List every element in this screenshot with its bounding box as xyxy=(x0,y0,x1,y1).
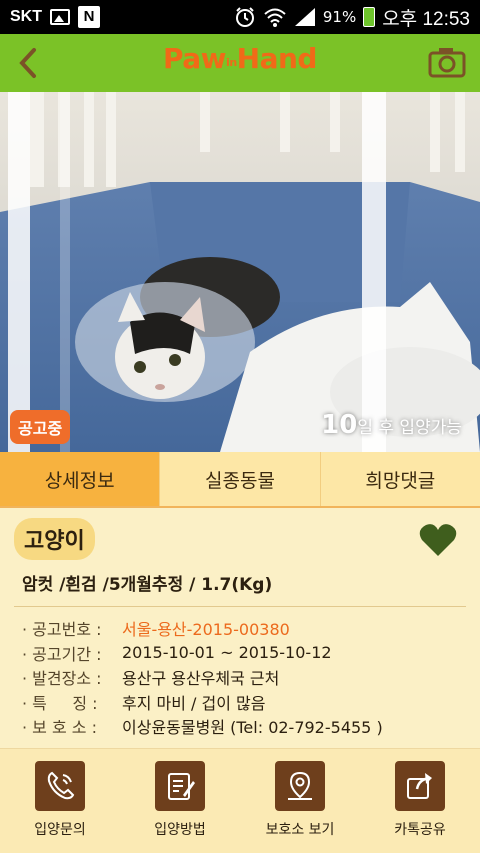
animal-summary: 암컷 /흰검 /5개월추정 / 1.7(Kg) xyxy=(22,575,273,595)
clock: 오후 12:53 xyxy=(382,8,470,30)
shelter-label: · 보 호 소 : xyxy=(22,718,97,738)
adoption-countdown: 10일 후 입양가능 xyxy=(321,410,462,440)
signal-icon xyxy=(294,8,315,26)
adoption-method-label: 입양방법 xyxy=(154,822,206,838)
logo-word-2: Hand xyxy=(236,42,318,75)
view-shelter-label: 보호소 보기 xyxy=(265,822,335,838)
adoption-inquiry-label: 입양문의 xyxy=(34,822,86,838)
cat-photo-illustration xyxy=(0,92,480,452)
shelter-value: 이상윤동물병원 (Tel: 02-792-5455 ) xyxy=(122,718,383,738)
tab-hope-comments[interactable]: 희망댓글 xyxy=(321,452,480,506)
info-list: · 공고번호 : 서울-용산-2015-00380 · 공고기간 : 2015-… xyxy=(22,616,472,739)
adoption-text: 일 후 입양가능 xyxy=(357,418,462,438)
adoption-days: 10 xyxy=(321,410,358,440)
carrier-label: SKT xyxy=(10,8,42,25)
kakao-share-label: 카톡공유 xyxy=(394,822,446,838)
tab-details[interactable]: 상세정보 xyxy=(0,452,161,506)
found-place-value: 용산구 용산우체국 근처 xyxy=(122,669,280,689)
share-icon xyxy=(395,761,445,811)
species-label: 고양이 xyxy=(14,518,95,560)
wifi-icon xyxy=(264,8,286,27)
status-bar: SKT N 91% 오후 12:53 xyxy=(0,0,480,34)
notice-period-label: · 공고기간 : xyxy=(22,644,102,664)
app-logo: PawinHand xyxy=(0,42,480,75)
adoption-inquiry-button[interactable]: 입양문의 xyxy=(0,749,120,853)
app-header: PawinHand xyxy=(0,34,480,92)
camera-icon[interactable] xyxy=(428,46,466,78)
view-shelter-button[interactable]: 보호소 보기 xyxy=(240,749,360,853)
info-row: · 발견장소 : 용산구 용산우체국 근처 xyxy=(22,665,472,690)
notice-period-value: 2015-10-01 ~ 2015-10-12 xyxy=(122,643,332,663)
info-row: · 공고기간 : 2015-10-01 ~ 2015-10-12 xyxy=(22,641,472,666)
features-label: · 특 징 : xyxy=(22,693,98,713)
battery-icon xyxy=(363,7,376,27)
notice-status-badge: 공고중 xyxy=(10,410,71,444)
features-value: 후지 마비 / 겁이 많음 xyxy=(122,693,266,713)
tab-missing-animals[interactable]: 실종동물 xyxy=(160,452,321,506)
divider xyxy=(14,606,466,607)
heart-icon[interactable] xyxy=(418,522,458,558)
tab-bar: 상세정보 실종동물 희망댓글 xyxy=(0,452,480,508)
detail-panel: 고양이 암컷 /흰검 /5개월추정 / 1.7(Kg) · 공고번호 : 서울-… xyxy=(0,508,480,748)
found-place-label: · 발견장소 : xyxy=(22,669,102,689)
kakao-share-button[interactable]: 카톡공유 xyxy=(360,749,480,853)
note-icon xyxy=(155,761,205,811)
n-notification-icon: N xyxy=(78,6,100,28)
info-row: · 보 호 소 : 이상윤동물병원 (Tel: 02-792-5455 ) xyxy=(22,714,472,739)
bottom-action-bar: 입양문의 입양방법 보호소 보기 카톡공유 xyxy=(0,748,480,853)
phone-icon xyxy=(35,761,85,811)
logo-word-1: Paw xyxy=(163,42,227,75)
map-pin-icon xyxy=(275,761,325,811)
animal-photo[interactable]: 공고중 10일 후 입양가능 xyxy=(0,92,480,452)
notice-number-value: 서울-용산-2015-00380 xyxy=(122,620,290,640)
adoption-method-button[interactable]: 입양방법 xyxy=(120,749,240,853)
info-row: · 특 징 : 후지 마비 / 겁이 많음 xyxy=(22,690,472,715)
battery-percent: 91% xyxy=(322,8,357,26)
alarm-icon xyxy=(235,7,254,27)
logo-word-in: in xyxy=(226,56,237,69)
image-notification-icon xyxy=(50,9,70,25)
info-row: · 공고번호 : 서울-용산-2015-00380 xyxy=(22,616,472,641)
notice-number-label: · 공고번호 : xyxy=(22,620,102,640)
